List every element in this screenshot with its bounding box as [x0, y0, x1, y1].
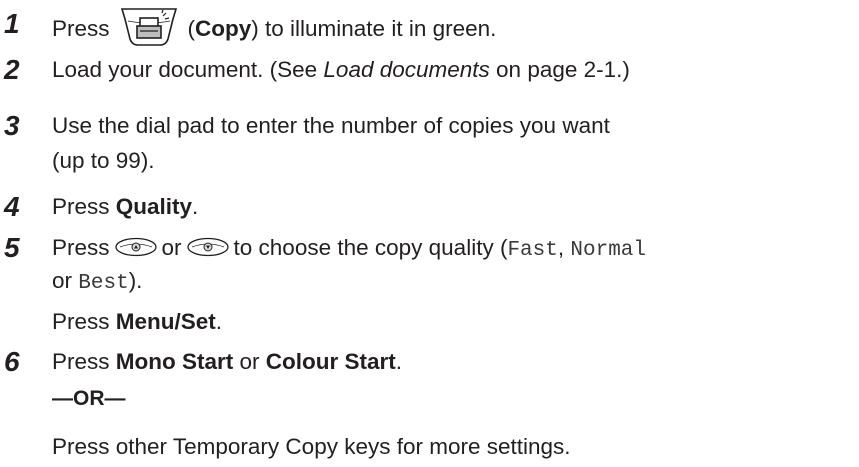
copy-key-icon — [120, 8, 177, 46]
step-text-line-1: Use the dial pad to enter the number of … — [52, 113, 610, 138]
step-number: 1 — [4, 8, 20, 39]
step-text-line-1: Press or to choose the copy quality (Fas… — [52, 235, 647, 262]
step-number: 3 — [4, 110, 20, 141]
step-text: Press Quality. — [52, 194, 199, 219]
step-text-line-3: Press Menu/Set. — [52, 309, 223, 334]
step-text-line-2: or Best). — [52, 268, 143, 295]
step-number: 4 — [4, 191, 20, 222]
step-text: Press Mono Start or Colour Start. — [52, 349, 403, 374]
step-number: 2 — [4, 54, 20, 85]
step-number: 6 — [4, 346, 20, 377]
step-text-line-2: (up to 99). — [52, 148, 155, 173]
down-arrow-key-icon — [186, 237, 229, 257]
or-separator: —OR— — [52, 387, 126, 410]
step-text: Load your document. (See Load documents … — [52, 57, 630, 82]
step-text-alt: Press other Temporary Copy keys for more… — [52, 434, 571, 459]
step-text: Press (Copy) to illuminate it in green. — [52, 8, 496, 50]
step-number: 5 — [4, 232, 20, 263]
up-arrow-key-icon — [114, 237, 157, 257]
